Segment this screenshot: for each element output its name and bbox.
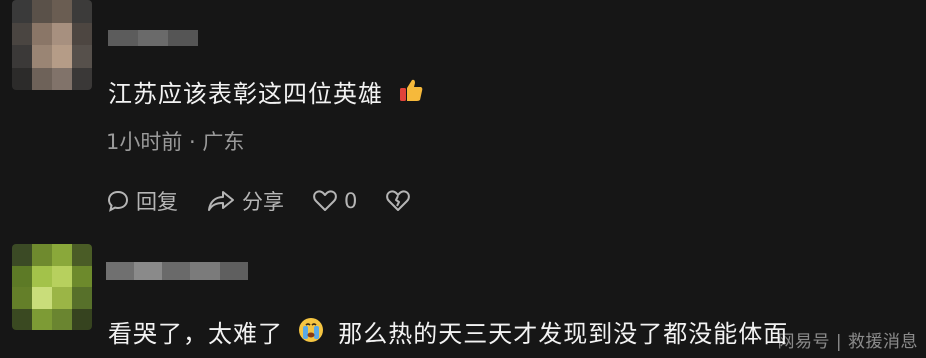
like-button[interactable]: 0: [312, 189, 357, 213]
broken-heart-icon: [385, 189, 411, 213]
avatar[interactable]: [12, 0, 92, 90]
like-count: 0: [344, 189, 358, 213]
dislike-button[interactable]: [385, 189, 411, 213]
comment-text: 江苏应该表彰这四位英雄: [108, 74, 424, 111]
crying-face-icon: [298, 317, 324, 349]
thumbs-up-icon: [398, 77, 424, 109]
share-icon: [206, 189, 236, 213]
share-button[interactable]: 分享: [206, 186, 284, 216]
avatar[interactable]: [12, 244, 92, 330]
comment-text: 看哭了，太难了 那么热的天三天才发现到没了都没能体面: [108, 314, 788, 351]
username-blurred[interactable]: [106, 262, 248, 280]
comment-actions: 回复 分享 0: [106, 186, 439, 216]
comment-meta: 1小时前 · 广东: [106, 130, 245, 154]
username-blurred[interactable]: [108, 30, 198, 46]
comment-item: 江苏应该表彰这四位英雄 1小时前 · 广东 回复 分享 0: [0, 0, 926, 240]
reply-button[interactable]: 回复: [106, 186, 178, 216]
watermark: 网易号 | 救援消息: [777, 332, 918, 352]
comment-bubble-icon: [106, 189, 130, 213]
heart-icon: [312, 189, 338, 213]
share-label: 分享: [242, 190, 284, 214]
reply-label: 回复: [136, 190, 178, 214]
